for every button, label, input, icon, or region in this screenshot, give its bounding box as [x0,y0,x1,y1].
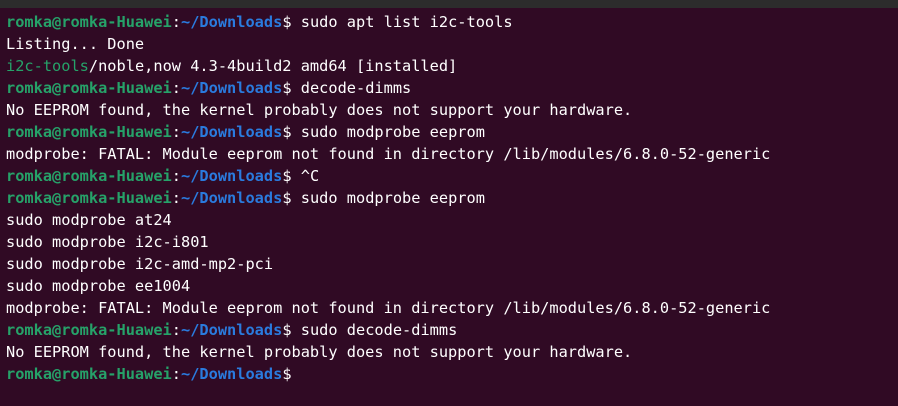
package-name: i2c-tools [6,57,89,75]
output-text: modprobe: FATAL: Module eeprom not found… [6,299,771,317]
command-text: sudo decode-dimms [291,321,458,339]
command-text: decode-dimms [291,79,412,97]
output-line: sudo modprobe i2c-i801 [6,231,892,253]
prompt-user-host: romka@romka-Huawei [6,79,172,97]
prompt-dollar: $ [282,189,292,207]
output-text: modprobe: FATAL: Module eeprom not found… [6,145,771,163]
prompt-line: romka@romka-Huawei:~/Downloads$ ^C [6,165,892,187]
output-line: sudo modprobe ee1004 [6,275,892,297]
prompt-line: romka@romka-Huawei:~/Downloads$ sudo dec… [6,319,892,341]
prompt-colon: : [171,79,181,97]
prompt-user-host: romka@romka-Huawei [6,167,172,185]
prompt-path: ~/Downloads [181,123,283,141]
prompt-path: ~/Downloads [181,13,283,31]
prompt-dollar: $ [282,123,292,141]
prompt-user-host: romka@romka-Huawei [6,321,172,339]
package-details: /noble,now 4.3-4build2 amd64 [installed] [88,57,458,75]
command-text: sudo modprobe eeprom [291,189,485,207]
output-line: No EEPROM found, the kernel probably doe… [6,99,892,121]
command-text: sudo modprobe eeprom [291,123,485,141]
output-line: sudo modprobe i2c-amd-mp2-pci [6,253,892,275]
output-line: Listing... Done [6,33,892,55]
output-text: sudo modprobe at24 [6,211,172,229]
output-text: Listing... Done [6,35,145,53]
prompt-colon: : [171,167,181,185]
output-text: No EEPROM found, the kernel probably doe… [6,101,633,119]
prompt-user-host: romka@romka-Huawei [6,189,172,207]
window-top-edge [0,0,898,8]
output-line: modprobe: FATAL: Module eeprom not found… [6,143,892,165]
text-cursor[interactable] [292,364,301,383]
prompt-colon: : [171,321,181,339]
prompt-colon: : [171,365,181,383]
prompt-path: ~/Downloads [181,167,283,185]
prompt-path: ~/Downloads [181,189,283,207]
prompt-colon: : [171,123,181,141]
output-text: sudo modprobe i2c-amd-mp2-pci [6,255,274,273]
output-line: sudo modprobe at24 [6,209,892,231]
output-text: sudo modprobe ee1004 [6,277,191,295]
prompt-dollar: $ [282,167,292,185]
prompt-path: ~/Downloads [181,79,283,97]
output-line: No EEPROM found, the kernel probably doe… [6,341,892,363]
prompt-line: romka@romka-Huawei:~/Downloads$ decode-d… [6,77,892,99]
prompt-user-host: romka@romka-Huawei [6,123,172,141]
prompt-line: romka@romka-Huawei:~/Downloads$ sudo mod… [6,121,892,143]
prompt-dollar: $ [282,79,292,97]
output-line: i2c-tools/noble,now 4.3-4build2 amd64 [i… [6,55,892,77]
prompt-user-host: romka@romka-Huawei [6,365,172,383]
output-text: sudo modprobe i2c-i801 [6,233,209,251]
prompt-dollar: $ [282,13,292,31]
command-text: ^C [291,167,320,185]
prompt-user-host: romka@romka-Huawei [6,13,172,31]
prompt-line: romka@romka-Huawei:~/Downloads$ sudo apt… [6,11,892,33]
prompt-path: ~/Downloads [181,365,283,383]
terminal-output[interactable]: romka@romka-Huawei:~/Downloads$ sudo apt… [6,11,892,403]
prompt-colon: : [171,189,181,207]
prompt-line: romka@romka-Huawei:~/Downloads$ [6,363,892,385]
prompt-dollar: $ [282,321,292,339]
prompt-line: romka@romka-Huawei:~/Downloads$ sudo mod… [6,187,892,209]
prompt-path: ~/Downloads [181,321,283,339]
output-text: No EEPROM found, the kernel probably doe… [6,343,633,361]
prompt-dollar: $ [282,365,292,383]
prompt-colon: : [171,13,181,31]
command-text: sudo apt list i2c-tools [291,13,513,31]
output-line: modprobe: FATAL: Module eeprom not found… [6,297,892,319]
